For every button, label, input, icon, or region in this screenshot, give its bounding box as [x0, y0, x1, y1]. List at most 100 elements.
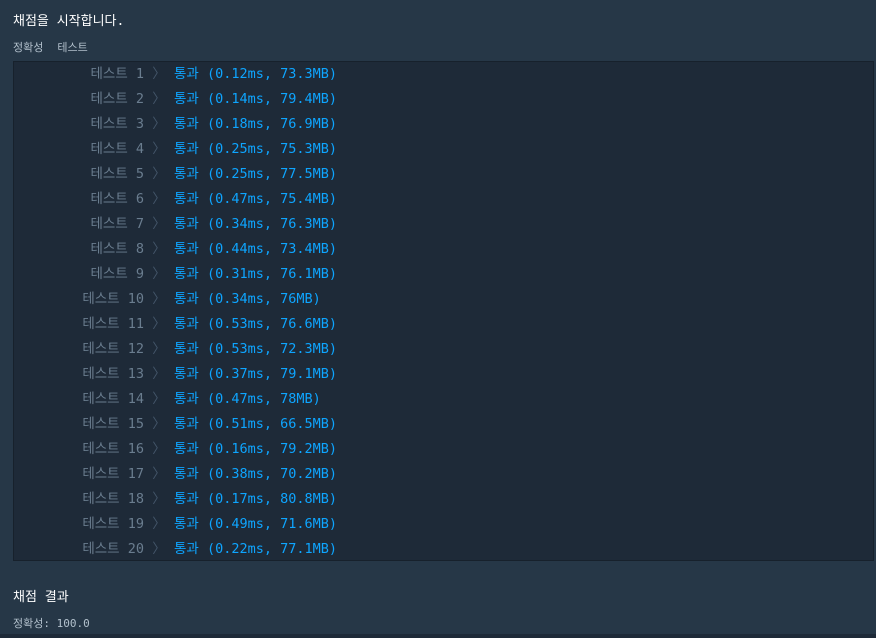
test-metrics: (0.22ms, 77.1MB): [206, 541, 338, 557]
test-case-name: 테스트 20: [82, 541, 144, 557]
test-result-row: 테스트 17 〉 통과 (0.38ms, 70.2MB): [14, 462, 337, 487]
test-metrics: (0.12ms, 73.3MB): [206, 66, 338, 82]
test-metrics: (0.47ms, 78MB): [206, 391, 321, 407]
test-status: 통과: [174, 241, 199, 257]
chevron-right-icon: 〉: [152, 116, 166, 132]
test-case-name: 테스트 13: [82, 366, 144, 382]
chevron-right-icon: 〉: [152, 216, 166, 232]
test-status: 통과: [174, 466, 199, 482]
test-metrics: (0.34ms, 76MB): [206, 291, 321, 307]
test-metrics: (0.14ms, 79.4MB): [206, 91, 338, 107]
chevron-right-icon: 〉: [152, 516, 166, 532]
test-case-name: 테스트 11: [82, 316, 144, 332]
test-result-row: 테스트 6 〉 통과 (0.47ms, 75.4MB): [14, 187, 337, 212]
test-result-row: 테스트 7 〉 통과 (0.34ms, 76.3MB): [14, 212, 337, 237]
test-status: 통과: [174, 541, 199, 557]
test-status: 통과: [174, 316, 199, 332]
test-result-row: 테스트 4 〉 통과 (0.25ms, 75.3MB): [14, 137, 337, 162]
test-result-row: 테스트 15 〉 통과 (0.51ms, 66.5MB): [14, 412, 337, 437]
test-case-name: 테스트 15: [82, 416, 144, 432]
test-metrics: (0.53ms, 76.6MB): [206, 316, 338, 332]
test-results-panel: 테스트 1 〉 통과 (0.12ms, 73.3MB) 테스트 2 〉 통과 (0.14m…: [13, 61, 874, 561]
test-status: 통과: [174, 366, 199, 382]
test-status: 통과: [174, 291, 199, 307]
test-metrics: (0.31ms, 76.1MB): [206, 266, 338, 282]
test-metrics: (0.25ms, 75.3MB): [206, 141, 338, 157]
chevron-right-icon: 〉: [152, 291, 166, 307]
test-result-row: 테스트 8 〉 통과 (0.44ms, 73.4MB): [14, 237, 337, 262]
test-status: 통과: [174, 116, 199, 132]
test-case-name: 테스트 9: [90, 266, 144, 282]
chevron-right-icon: 〉: [152, 466, 166, 482]
test-result-row: 테스트 10 〉 통과 (0.34ms, 76MB): [14, 287, 321, 312]
test-case-name: 테스트 2: [90, 91, 144, 107]
grading-result-title: 채점 결과: [13, 590, 69, 605]
test-status: 통과: [174, 166, 199, 182]
test-result-row: 테스트 20 〉 통과 (0.22ms, 77.1MB): [14, 537, 337, 562]
chevron-right-icon: 〉: [152, 366, 166, 382]
test-suite-label: 테스트: [57, 41, 88, 54]
chevron-right-icon: 〉: [152, 141, 166, 157]
test-status: 통과: [174, 191, 199, 207]
test-status: 통과: [174, 391, 199, 407]
accuracy-section-label: 정확성: [13, 41, 44, 54]
grading-start-message: 채점을 시작합니다.: [13, 14, 125, 29]
chevron-right-icon: 〉: [152, 266, 166, 282]
chevron-right-icon: 〉: [152, 441, 166, 457]
test-status: 통과: [174, 66, 199, 82]
test-case-name: 테스트 8: [90, 241, 144, 257]
test-status: 통과: [174, 441, 199, 457]
test-result-row: 테스트 3 〉 통과 (0.18ms, 76.9MB): [14, 112, 337, 137]
test-case-name: 테스트 17: [82, 466, 144, 482]
test-metrics: (0.44ms, 73.4MB): [206, 241, 338, 257]
test-result-row: 테스트 19 〉 통과 (0.49ms, 71.6MB): [14, 512, 337, 537]
test-result-row: 테스트 12 〉 통과 (0.53ms, 72.3MB): [14, 337, 337, 362]
chevron-right-icon: 〉: [152, 191, 166, 207]
test-status: 통과: [174, 141, 199, 157]
test-status: 통과: [174, 91, 199, 107]
test-metrics: (0.38ms, 70.2MB): [206, 466, 338, 482]
test-metrics: (0.25ms, 77.5MB): [206, 166, 338, 182]
chevron-right-icon: 〉: [152, 491, 166, 507]
test-case-name: 테스트 10: [82, 291, 144, 307]
test-case-name: 테스트 5: [90, 166, 144, 182]
test-case-name: 테스트 14: [82, 391, 144, 407]
test-result-row: 테스트 16 〉 통과 (0.16ms, 79.2MB): [14, 437, 337, 462]
test-case-name: 테스트 16: [82, 441, 144, 457]
test-status: 통과: [174, 341, 199, 357]
chevron-right-icon: 〉: [152, 241, 166, 257]
test-case-name: 테스트 1: [90, 66, 144, 82]
section-header: 정확성 테스트: [13, 39, 88, 55]
test-result-row: 테스트 9 〉 통과 (0.31ms, 76.1MB): [14, 262, 337, 287]
test-metrics: (0.51ms, 66.5MB): [206, 416, 338, 432]
test-case-name: 테스트 6: [90, 191, 144, 207]
accuracy-score: 정확성: 100.0: [13, 617, 90, 630]
chevron-right-icon: 〉: [152, 541, 166, 557]
test-case-name: 테스트 3: [90, 116, 144, 132]
test-result-row: 테스트 1 〉 통과 (0.12ms, 73.3MB): [14, 62, 337, 87]
test-status: 통과: [174, 216, 199, 232]
chevron-right-icon: 〉: [152, 341, 166, 357]
test-result-row: 테스트 5 〉 통과 (0.25ms, 77.5MB): [14, 162, 337, 187]
test-status: 통과: [174, 516, 199, 532]
bottom-divider: [0, 634, 876, 638]
test-case-name: 테스트 4: [90, 141, 144, 157]
test-status: 통과: [174, 491, 199, 507]
test-result-row: 테스트 18 〉 통과 (0.17ms, 80.8MB): [14, 487, 337, 512]
test-metrics: (0.34ms, 76.3MB): [206, 216, 338, 232]
test-result-row: 테스트 13 〉 통과 (0.37ms, 79.1MB): [14, 362, 337, 387]
test-metrics: (0.47ms, 75.4MB): [206, 191, 338, 207]
test-case-name: 테스트 19: [82, 516, 144, 532]
test-result-row: 테스트 2 〉 통과 (0.14ms, 79.4MB): [14, 87, 337, 112]
chevron-right-icon: 〉: [152, 91, 166, 107]
test-case-name: 테스트 12: [82, 341, 144, 357]
test-metrics: (0.17ms, 80.8MB): [206, 491, 338, 507]
chevron-right-icon: 〉: [152, 391, 166, 407]
test-metrics: (0.18ms, 76.9MB): [206, 116, 338, 132]
test-status: 통과: [174, 266, 199, 282]
test-metrics: (0.16ms, 79.2MB): [206, 441, 338, 457]
test-result-row: 테스트 14 〉 통과 (0.47ms, 78MB): [14, 387, 321, 412]
chevron-right-icon: 〉: [152, 316, 166, 332]
test-case-name: 테스트 18: [82, 491, 144, 507]
test-result-row: 테스트 11 〉 통과 (0.53ms, 76.6MB): [14, 312, 337, 337]
